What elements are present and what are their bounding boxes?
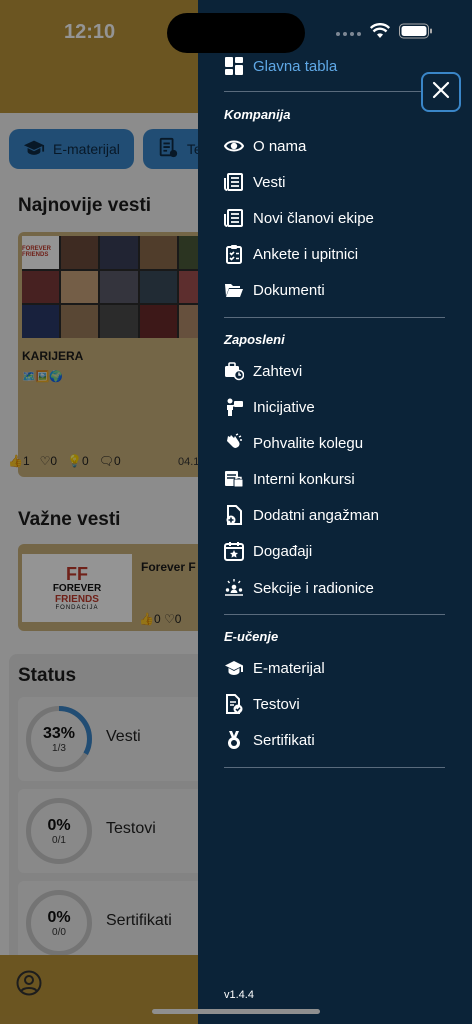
nav-item-label: Glavna tabla [253, 57, 338, 75]
nav-item-label: Inicijative [253, 398, 315, 416]
nav-item-glavna-tabla[interactable]: Glavna tabla [224, 56, 337, 76]
nav-item-label: Novi članovi ekipe [253, 209, 374, 227]
nav-item-pohvalite-kolegu[interactable]: Pohvalite kolegu [224, 433, 363, 453]
nav-item-vesti[interactable]: Vesti [224, 172, 286, 192]
nav-item-sertifikati[interactable]: Sertifikati [224, 730, 315, 750]
nav-item-label: Dodatni angažman [253, 506, 379, 524]
divider [224, 767, 445, 768]
nav-item-sekcije-radionice[interactable]: Sekcije i radionice [224, 578, 374, 598]
eye-icon [224, 136, 244, 156]
nav-item-dodatni-angazman[interactable]: Dodatni angažman [224, 505, 379, 525]
clipboard-check-icon [224, 244, 244, 264]
nav-item-inicijative[interactable]: Inicijative [224, 397, 315, 417]
divider [224, 614, 445, 615]
status-indicators [336, 23, 433, 44]
nav-item-label: Dokumenti [253, 281, 325, 299]
calendar-star-icon [224, 541, 244, 561]
app-version: v1.4.4 [224, 989, 254, 1001]
group-title-zaposleni: Zaposleni [224, 332, 285, 347]
briefcase-clock-icon [224, 361, 244, 381]
nav-item-label: Pohvalite kolegu [253, 434, 364, 452]
newspaper-icon [224, 208, 244, 228]
nav-item-dogadjaji[interactable]: Događaji [224, 541, 312, 561]
nav-item-label: O nama [253, 137, 307, 155]
nav-item-e-materijal[interactable]: E-materijal [224, 658, 325, 678]
group-spotlight-icon [224, 578, 244, 598]
nav-item-interni-konkursi[interactable]: Interni konkursi [224, 469, 355, 489]
nav-item-ankete[interactable]: Ankete i upitnici [224, 244, 358, 264]
divider [224, 317, 445, 318]
home-indicator[interactable] [152, 1009, 320, 1014]
test-sheet-icon [224, 694, 244, 714]
nav-item-label: E-materijal [253, 659, 325, 677]
divider [224, 91, 445, 92]
close-drawer-button[interactable] [421, 72, 461, 112]
medal-icon [224, 730, 244, 750]
nav-item-dokumenti[interactable]: Dokumenti [224, 280, 325, 300]
newspaper-icon [224, 172, 244, 192]
document-plus-icon [224, 505, 244, 525]
group-title-kompanija: Kompanija [224, 107, 291, 122]
nav-item-label: Vesti [253, 173, 286, 191]
nav-item-label: Sekcije i radionice [253, 579, 374, 597]
signal-icon [336, 31, 361, 36]
dynamic-island [167, 13, 305, 53]
person-sign-icon [224, 397, 244, 417]
nav-item-label: Ankete i upitnici [253, 245, 359, 263]
dashboard-grid-icon [224, 56, 244, 76]
job-board-icon [224, 469, 244, 489]
nav-item-label: Testovi [253, 695, 300, 713]
nav-item-testovi[interactable]: Testovi [224, 694, 300, 714]
nav-item-label: Događaji [253, 542, 313, 560]
nav-item-label: Interni konkursi [253, 470, 355, 488]
graduation-cap-icon [224, 658, 244, 678]
nav-item-label: Sertifikati [253, 731, 315, 749]
close-icon [432, 81, 450, 104]
nav-item-label: Zahtevi [253, 362, 303, 380]
battery-icon [399, 23, 433, 44]
nav-item-zahtevi[interactable]: Zahtevi [224, 361, 302, 381]
wifi-icon [369, 23, 391, 44]
clapping-hands-icon [224, 433, 244, 453]
nav-item-o-nama[interactable]: O nama [224, 136, 306, 156]
nav-item-novi-clanovi[interactable]: Novi članovi ekipe [224, 208, 374, 228]
folder-open-icon [224, 280, 244, 300]
group-title-e-ucenje: E-učenje [224, 629, 279, 644]
